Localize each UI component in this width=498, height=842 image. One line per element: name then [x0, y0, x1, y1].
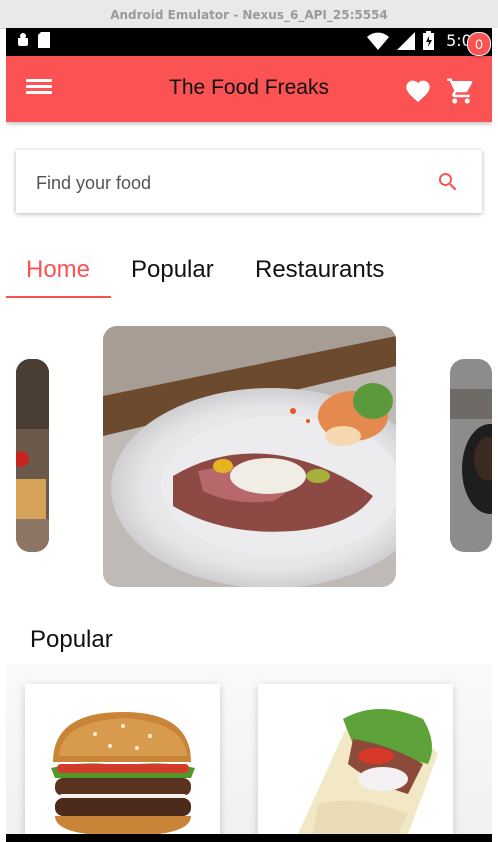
- featured-carousel[interactable]: [6, 326, 492, 588]
- app-frame: 5:03 The Food Freaks 0 Home Popular Rest…: [6, 28, 492, 842]
- window-title: Android Emulator - Nexus_6_API_25:5554: [0, 0, 498, 29]
- battery-icon: [423, 31, 435, 50]
- tab-home[interactable]: Home: [26, 256, 90, 284]
- signal-icon: [397, 31, 416, 50]
- cart-count-badge: 0: [467, 32, 491, 56]
- active-tab-indicator: [6, 296, 111, 298]
- wifi-icon: [367, 32, 390, 50]
- carousel-slide-current[interactable]: [103, 326, 396, 587]
- tab-restaurants[interactable]: Restaurants: [255, 256, 384, 284]
- search-box: [16, 150, 482, 213]
- search-icon[interactable]: [436, 170, 460, 199]
- android-debug-icon: [18, 33, 28, 46]
- carousel-slide-previous[interactable]: [16, 359, 49, 552]
- heart-icon[interactable]: [404, 77, 432, 108]
- popular-section-title: Popular: [30, 626, 113, 653]
- navigation-bar: [6, 834, 492, 842]
- search-input[interactable]: [34, 166, 418, 200]
- app-bar: The Food Freaks: [6, 56, 492, 122]
- carousel-slide-next[interactable]: [450, 359, 492, 552]
- popular-item-card-burger[interactable]: [25, 684, 220, 842]
- popular-item-card-wrap[interactable]: [258, 684, 453, 842]
- tab-bar: Home Popular Restaurants: [6, 248, 492, 300]
- cart-icon[interactable]: [446, 76, 476, 111]
- emulator-frame-edge: [492, 28, 498, 842]
- status-bar: 5:03: [6, 28, 492, 56]
- tab-popular[interactable]: Popular: [131, 256, 214, 284]
- sd-card-icon: [38, 32, 50, 48]
